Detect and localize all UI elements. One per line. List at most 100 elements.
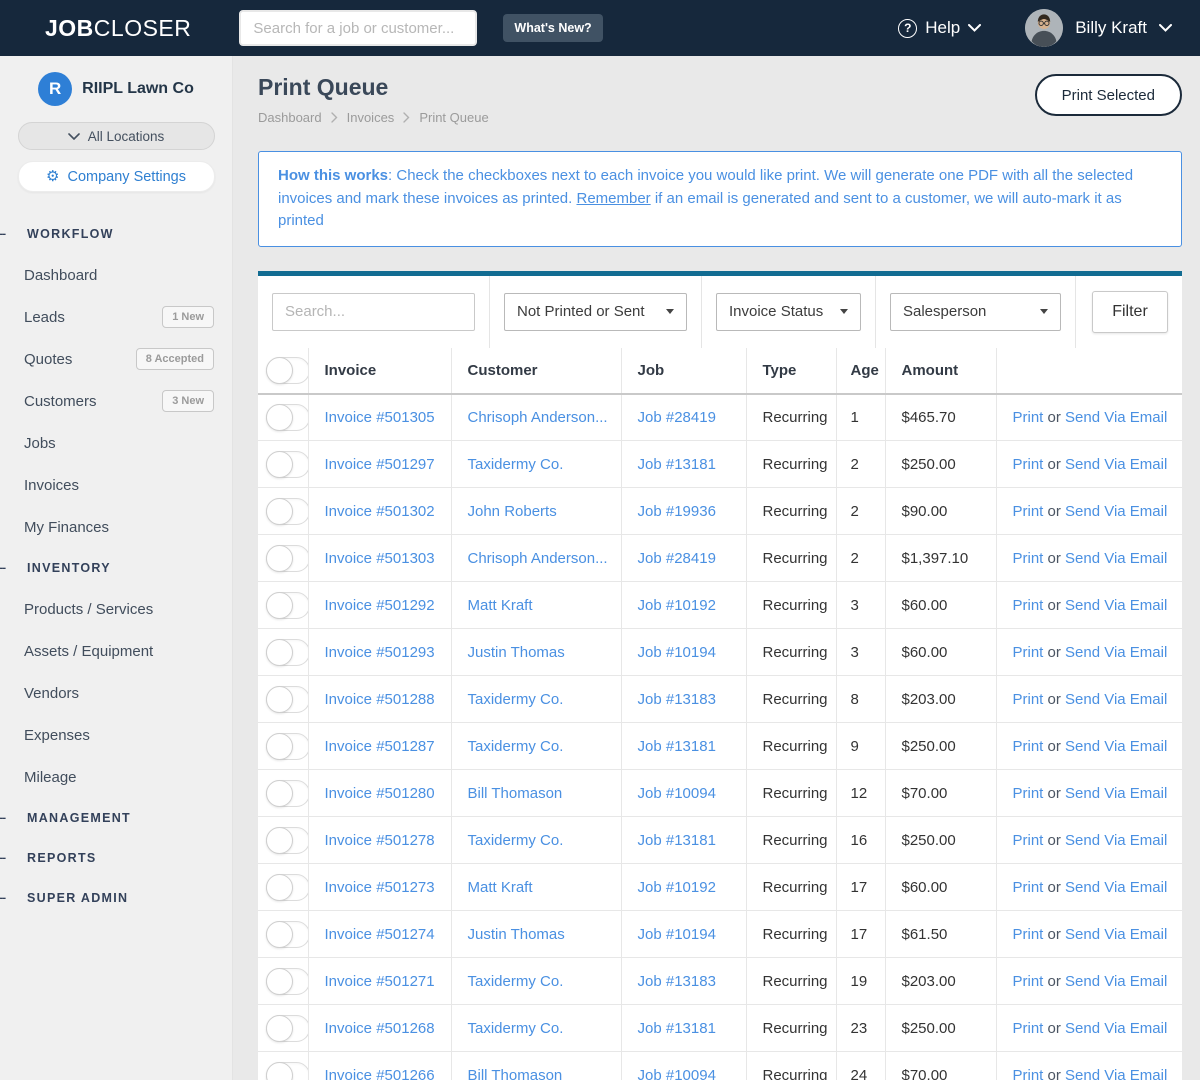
invoice-link[interactable]: Invoice #501271 [325,973,435,990]
whats-new-button[interactable]: What's New? [503,14,603,42]
locations-dropdown[interactable]: All Locations [17,122,215,150]
company-header[interactable]: R RIIPL Lawn Co [0,72,232,106]
salesperson-select[interactable]: Salesperson [890,292,1061,331]
customer-link[interactable]: Chrisoph Anderson... [468,550,608,567]
row-select-toggle[interactable] [266,1014,307,1042]
row-select-toggle[interactable] [266,920,307,948]
breadcrumb-invoices[interactable]: Invoices [347,110,395,125]
printed-status-select[interactable]: Not Printed or Sent [504,292,687,331]
invoice-link[interactable]: Invoice #501266 [325,1067,435,1080]
print-link[interactable]: Print [1013,1067,1044,1080]
row-select-toggle[interactable] [266,450,307,478]
sidebar-item[interactable]: Products / Services [0,588,232,630]
invoice-status-select[interactable]: Invoice Status [716,292,861,331]
send-email-link[interactable]: Send Via Email [1065,785,1167,802]
invoice-link[interactable]: Invoice #501288 [325,691,435,708]
invoice-link[interactable]: Invoice #501302 [325,503,435,520]
row-select-toggle[interactable] [266,732,307,760]
row-select-toggle[interactable] [266,967,307,995]
print-selected-button[interactable]: Print Selected [1034,74,1182,116]
sidebar-item[interactable]: Assets / Equipment [0,630,232,672]
print-link[interactable]: Print [1013,1020,1044,1037]
job-link[interactable]: Job #13183 [638,973,716,990]
sidebar-item[interactable]: Expenses [0,714,232,756]
nav-section-header[interactable]: --- INVENTORY [0,548,232,588]
row-select-toggle[interactable] [266,685,307,713]
send-email-link[interactable]: Send Via Email [1065,597,1167,614]
invoice-link[interactable]: Invoice #501278 [325,832,435,849]
invoice-link[interactable]: Invoice #501274 [325,926,435,943]
job-link[interactable]: Job #10194 [638,644,716,661]
row-select-toggle[interactable] [266,779,307,807]
job-link[interactable]: Job #28419 [638,409,716,426]
customer-link[interactable]: Justin Thomas [468,644,565,661]
customer-link[interactable]: Bill Thomason [468,1067,563,1080]
send-email-link[interactable]: Send Via Email [1065,691,1167,708]
invoice-link[interactable]: Invoice #501297 [325,456,435,473]
sidebar-item[interactable]: Invoices [0,464,232,506]
customer-link[interactable]: Matt Kraft [468,879,533,896]
job-link[interactable]: Job #28419 [638,550,716,567]
row-select-toggle[interactable] [266,544,307,572]
print-link[interactable]: Print [1013,738,1044,755]
send-email-link[interactable]: Send Via Email [1065,409,1167,426]
send-email-link[interactable]: Send Via Email [1065,738,1167,755]
nav-section-header[interactable]: --- MANAGEMENT [0,798,232,838]
customer-link[interactable]: Taxidermy Co. [468,738,564,755]
sidebar-item[interactable]: Quotes 8 Accepted [0,338,232,380]
send-email-link[interactable]: Send Via Email [1065,644,1167,661]
print-link[interactable]: Print [1013,456,1044,473]
customer-link[interactable]: Bill Thomason [468,785,563,802]
send-email-link[interactable]: Send Via Email [1065,1067,1167,1080]
nav-section-header[interactable]: --- WORKFLOW [0,214,232,254]
job-link[interactable]: Job #10094 [638,1067,716,1080]
invoice-link[interactable]: Invoice #501292 [325,597,435,614]
customer-link[interactable]: John Roberts [468,503,557,520]
send-email-link[interactable]: Send Via Email [1065,973,1167,990]
send-email-link[interactable]: Send Via Email [1065,832,1167,849]
job-link[interactable]: Job #13181 [638,832,716,849]
send-email-link[interactable]: Send Via Email [1065,879,1167,896]
job-link[interactable]: Job #13181 [638,456,716,473]
send-email-link[interactable]: Send Via Email [1065,926,1167,943]
print-link[interactable]: Print [1013,926,1044,943]
nav-section-header[interactable]: --- REPORTS [0,838,232,878]
row-select-toggle[interactable] [266,826,307,854]
send-email-link[interactable]: Send Via Email [1065,503,1167,520]
customer-link[interactable]: Taxidermy Co. [468,1020,564,1037]
send-email-link[interactable]: Send Via Email [1065,1020,1167,1037]
app-logo[interactable]: JOBCLOSER [45,15,191,42]
invoice-link[interactable]: Invoice #501305 [325,409,435,426]
company-settings-button[interactable]: ⚙ Company Settings [17,161,215,192]
print-link[interactable]: Print [1013,644,1044,661]
row-select-toggle[interactable] [266,638,307,666]
global-search-input[interactable] [239,10,478,46]
job-link[interactable]: Job #13183 [638,691,716,708]
invoice-link[interactable]: Invoice #501280 [325,785,435,802]
breadcrumb-dashboard[interactable]: Dashboard [258,110,322,125]
row-select-toggle[interactable] [266,403,307,431]
send-email-link[interactable]: Send Via Email [1065,550,1167,567]
invoice-link[interactable]: Invoice #501273 [325,879,435,896]
customer-link[interactable]: Taxidermy Co. [468,973,564,990]
table-search-input[interactable] [272,292,475,331]
row-select-toggle[interactable] [266,591,307,619]
customer-link[interactable]: Chrisoph Anderson... [468,409,608,426]
customer-link[interactable]: Taxidermy Co. [468,456,564,473]
print-link[interactable]: Print [1013,973,1044,990]
print-link[interactable]: Print [1013,409,1044,426]
print-link[interactable]: Print [1013,785,1044,802]
sidebar-item[interactable]: Jobs [0,422,232,464]
invoice-link[interactable]: Invoice #501268 [325,1020,435,1037]
print-link[interactable]: Print [1013,550,1044,567]
print-link[interactable]: Print [1013,503,1044,520]
customer-link[interactable]: Justin Thomas [468,926,565,943]
print-link[interactable]: Print [1013,832,1044,849]
print-link[interactable]: Print [1013,879,1044,896]
customer-link[interactable]: Taxidermy Co. [468,832,564,849]
user-menu[interactable]: Billy Kraft [1025,9,1172,47]
invoice-link[interactable]: Invoice #501287 [325,738,435,755]
sidebar-item[interactable]: Dashboard [0,254,232,296]
send-email-link[interactable]: Send Via Email [1065,456,1167,473]
print-link[interactable]: Print [1013,691,1044,708]
